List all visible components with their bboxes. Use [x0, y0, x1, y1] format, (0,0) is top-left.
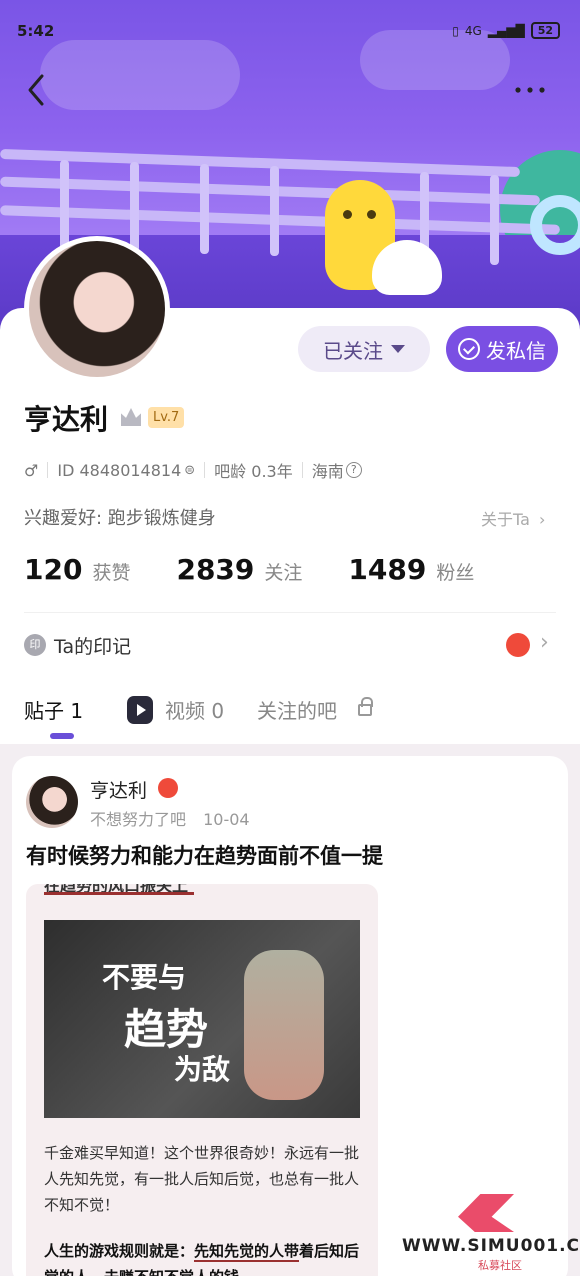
- caret-down-icon: [391, 345, 405, 353]
- ta-mark-label: Ta的印记: [54, 636, 132, 658]
- level-badge: Lv.7: [148, 407, 185, 428]
- following-button[interactable]: 已关注: [298, 326, 430, 372]
- fans-stat[interactable]: 1489 粉丝: [348, 553, 474, 586]
- post-meta: 不想努力了吧 10-04: [90, 806, 250, 830]
- watermark-subtitle: 私募社区: [478, 1259, 522, 1272]
- status-time: 5:42: [17, 22, 55, 40]
- bar-age: 吧龄 0.3年: [214, 462, 293, 481]
- back-button[interactable]: [22, 72, 52, 108]
- image-paragraph-2-a: 人生的游戏规则就是：: [44, 1242, 195, 1260]
- copy-id-icon[interactable]: ⊜: [184, 463, 195, 478]
- tab-posts[interactable]: 贴子 1: [24, 695, 83, 724]
- send-message-label: 发私信: [486, 338, 546, 363]
- tab-indicator: [50, 733, 74, 739]
- post-title[interactable]: 有时候努力和能力在趋势面前不值一提: [26, 840, 383, 870]
- region: 海南: [311, 462, 344, 481]
- likes-stat[interactable]: 120 获赞: [24, 553, 130, 586]
- image-paragraph-2: 人生的游戏规则就是：先知先觉的人带着后知后觉的人，去赚不知不觉人的钱: [44, 1238, 362, 1276]
- post-author-name[interactable]: 亨达利: [90, 776, 147, 803]
- status-bar: 5:42 ▯ 4G ▂▄▆█ 52: [0, 0, 580, 60]
- more-dots-icon: [515, 87, 545, 93]
- seal-icon: 印: [24, 634, 46, 656]
- about-ta-link[interactable]: 关于Ta ›: [481, 506, 545, 530]
- hobby-text: 兴趣爱好: 跑步锻炼健身: [24, 508, 216, 529]
- network-icon: 4G: [464, 23, 482, 38]
- post-date: 10-04: [203, 810, 250, 829]
- vibrate-icon: ▯: [452, 23, 459, 38]
- status-icons: ▯ 4G ▂▄▆█ 52: [452, 22, 560, 39]
- help-icon[interactable]: ?: [345, 462, 362, 478]
- profile-stats: 120 获赞 2839 关注 1489 粉丝: [24, 553, 520, 586]
- message-icon: [458, 338, 480, 360]
- divider: [24, 612, 556, 613]
- ta-mark-row[interactable]: 印 Ta的印记 ›: [24, 630, 556, 664]
- battery-icon: 52: [530, 22, 560, 39]
- image-paragraph-1: 千金难买早知道！这个世界很奇妙！永远有一批人先知先觉，有一批人后知后觉，也总有一…: [44, 1144, 360, 1214]
- image-text-1: 不要与: [102, 961, 187, 994]
- mark-badge-icon: [506, 633, 530, 657]
- following-count: 2839: [176, 553, 255, 586]
- tab-videos[interactable]: 视频 0: [165, 695, 224, 724]
- post-image[interactable]: 在趋势的风口振关上 不要与 趋势 为敌 千金难买早知道！这个世界很奇妙！永远有一…: [26, 884, 378, 1276]
- lock-icon: [358, 697, 373, 716]
- image-photo: 不要与 趋势 为敌: [44, 920, 360, 1118]
- tab-followed-bars[interactable]: 关注的吧: [257, 695, 337, 724]
- profile-name: 亨达利: [24, 403, 109, 436]
- image-paragraph-2-b: 先知先觉的人带: [194, 1242, 300, 1262]
- following-stat-label: 关注: [264, 562, 303, 584]
- likes-count: 120: [24, 553, 83, 586]
- more-options-button[interactable]: [512, 80, 548, 100]
- fans-label: 粉丝: [436, 562, 475, 584]
- money-fist-illustration: [244, 950, 324, 1100]
- about-ta-label: 关于Ta: [481, 510, 530, 529]
- chevron-left-icon: [28, 74, 44, 106]
- likes-label: 获赞: [92, 562, 131, 584]
- fans-count: 1489: [348, 553, 427, 586]
- profile-avatar[interactable]: [24, 236, 170, 382]
- male-icon: ♂: [24, 460, 39, 480]
- signal-icon: ▂▄▆█: [487, 23, 525, 38]
- chevron-right-icon: ›: [540, 630, 549, 655]
- image-text-3: 为敌: [174, 1053, 231, 1086]
- profile-meta: ♂ ID 4848014814 ⊜ 吧龄 0.3年 海南 ?: [24, 458, 362, 482]
- send-message-button[interactable]: 发私信: [446, 326, 558, 372]
- post-author-avatar[interactable]: [26, 776, 78, 828]
- video-icon: [127, 696, 153, 724]
- following-label: 已关注: [323, 338, 383, 363]
- author-badge-icon: [158, 778, 178, 798]
- post-signature: 不想努力了吧: [90, 810, 187, 829]
- following-stat[interactable]: 2839 关注: [176, 553, 302, 586]
- user-id: ID 4848014814: [57, 460, 182, 480]
- watermark-url: WWW.SIMU001.CN: [402, 1236, 580, 1256]
- chevron-right-icon: ›: [539, 510, 546, 529]
